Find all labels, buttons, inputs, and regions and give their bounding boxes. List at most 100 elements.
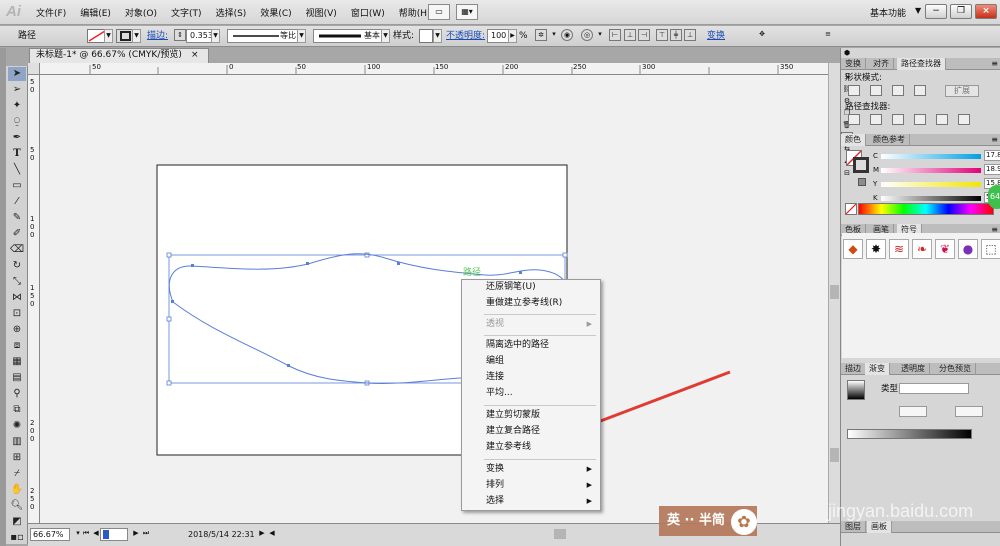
none-swatch[interactable] [845, 203, 857, 215]
eyedropper-tool-icon[interactable]: ⚲ [8, 387, 26, 401]
channel-value[interactable]: 17.88 [984, 150, 1000, 161]
symbol-ribbon[interactable]: ≋ [889, 239, 909, 259]
tab-close-icon[interactable]: × [191, 50, 199, 60]
minus-front-icon[interactable] [870, 85, 882, 96]
horizontal-ruler[interactable]: 50 0 50 100 150 200 250 300 350 [40, 63, 830, 75]
vertical-ruler[interactable]: 5 0 5 0 1 0 0 1 5 0 2 0 0 2 5 0 [28, 75, 40, 523]
merge-icon[interactable] [892, 114, 904, 125]
scale-tool-icon[interactable]: ⤡ [8, 275, 26, 289]
selection-tool-icon[interactable]: ➤ [8, 67, 26, 81]
symbol-fox[interactable]: ❦ [935, 239, 955, 259]
lasso-tool-icon[interactable]: ⍜ [8, 115, 26, 129]
artboard-number-field[interactable] [100, 528, 128, 541]
brush-definition[interactable]: 基本 [313, 29, 389, 43]
workspace-arrow-icon[interactable]: ▼ [915, 6, 921, 15]
symbol-sprayer-tool-icon[interactable]: ✺ [8, 419, 26, 433]
menu-item-make-guides[interactable]: 建立参考线 [462, 440, 600, 455]
align-right-icon[interactable]: ⊣ [638, 29, 650, 41]
menu-file[interactable]: 文件(F) [36, 6, 66, 19]
magic-wand-tool-icon[interactable]: ✦ [8, 99, 26, 113]
menu-item-isolate-path[interactable]: 隔离选中的路径 [462, 338, 600, 353]
intersect-icon[interactable] [892, 85, 904, 96]
menu-item-arrange[interactable]: 排列 ▶ [462, 478, 600, 493]
yellow-slider[interactable]: Y 15.88 % [867, 178, 1000, 189]
menu-type[interactable]: 文字(T) [171, 6, 202, 19]
tab-gradient[interactable]: 渐变 [865, 363, 890, 375]
tab-align[interactable]: 对齐 [869, 58, 894, 70]
channel-value[interactable]: 18.99 [984, 164, 1000, 175]
menu-view[interactable]: 视图(V) [306, 6, 337, 19]
menu-item-average[interactable]: 平均... [462, 386, 600, 401]
shape-builder-tool-icon[interactable]: ⊕ [8, 323, 26, 337]
perspective-grid-tool-icon[interactable]: ⧈ [8, 339, 26, 353]
global-edit-icon[interactable]: ◉ [561, 29, 573, 41]
blend-tool-icon[interactable]: ⧉ [8, 403, 26, 417]
stroke-width-dropdown[interactable]: ▼ [211, 29, 220, 43]
menu-item-group[interactable]: 编组 [462, 354, 600, 369]
panel-menu-icon[interactable]: ≡ [991, 134, 998, 146]
menu-item-clipping-mask[interactable]: 建立剪切蒙版 [462, 408, 600, 423]
zoom-tool-icon[interactable]: 🔍︎ [8, 499, 26, 513]
recolor-dropdown-icon[interactable]: ▾ [548, 29, 560, 41]
align-left-icon[interactable]: ⊢ [609, 29, 621, 41]
tab-artboards[interactable]: 画板 [867, 521, 892, 533]
slice-tool-icon[interactable]: ⌿ [8, 467, 26, 481]
gradient-preview[interactable] [847, 380, 865, 400]
arrange-documents-icon[interactable]: ▦▾ [456, 4, 478, 20]
type-tool-icon[interactable]: T [8, 147, 26, 161]
restore-button[interactable]: ❐ [950, 4, 972, 19]
vertical-scrollbar[interactable] [828, 63, 840, 523]
magenta-slider[interactable]: M 18.99 % [867, 164, 1000, 175]
menu-object[interactable]: 对象(O) [125, 6, 157, 19]
symbol-cube[interactable]: ◆ [843, 239, 863, 259]
gradient-type-select[interactable] [899, 383, 969, 394]
bridge-icon[interactable]: ▭ [428, 4, 450, 20]
isolate-icon[interactable]: ✥ [756, 29, 768, 41]
symbol-banner[interactable]: ❧ [912, 239, 932, 259]
panel-menu-icon[interactable]: ≡ [822, 29, 834, 41]
color-spectrum[interactable] [858, 203, 994, 215]
minimize-button[interactable]: − [925, 4, 947, 19]
column-graph-tool-icon[interactable]: ▥ [8, 435, 26, 449]
align-to-icon[interactable]: ◎ [581, 29, 593, 41]
exclude-icon[interactable] [914, 85, 926, 96]
angle-field[interactable] [899, 406, 927, 417]
zoom-field[interactable]: 66.67% [30, 528, 70, 541]
menu-select[interactable]: 选择(S) [216, 6, 247, 19]
direct-selection-tool-icon[interactable]: ➢ [8, 83, 26, 97]
panel-menu-icon[interactable]: ≡ [991, 58, 998, 70]
style-dropdown[interactable]: ▼ [433, 29, 442, 43]
vertical-scroll-thumb[interactable] [830, 285, 839, 299]
stroke-dropdown[interactable]: ▼ [132, 29, 141, 43]
close-button[interactable]: × [975, 4, 997, 19]
align-vcenter-icon[interactable]: ╪ [670, 29, 682, 41]
black-slider[interactable]: K 50 % [867, 192, 1000, 203]
symbol-sphere[interactable]: ● [958, 239, 978, 259]
horizontal-scroll-thumb[interactable] [554, 529, 566, 539]
paintbrush-tool-icon[interactable]: ⁄ [8, 195, 26, 209]
eraser-tool-icon[interactable]: ⌫ [8, 243, 26, 257]
last-color-swatch[interactable] [858, 178, 866, 186]
aspect-ratio-field[interactable] [955, 406, 983, 417]
profile-dropdown[interactable]: ▼ [297, 29, 306, 43]
menu-effect[interactable]: 效果(C) [260, 6, 291, 19]
variable-width-profile[interactable]: 等比 [227, 29, 305, 43]
gradient-slider[interactable] [847, 429, 972, 439]
rectangle-tool-icon[interactable]: ▭ [8, 179, 26, 193]
document-tab[interactable]: 未标题-1* @ 66.67% (CMYK/预览) [29, 48, 209, 63]
align-hcenter-icon[interactable]: ⊥ [624, 29, 636, 41]
tab-separations[interactable]: 分色预览 [935, 363, 976, 375]
line-tool-icon[interactable]: ╲ [8, 163, 26, 177]
menu-window[interactable]: 窗口(W) [351, 6, 385, 19]
outline-icon[interactable] [936, 114, 948, 125]
ruler-origin[interactable] [28, 63, 40, 75]
menu-item-transform[interactable]: 变换 ▶ [462, 462, 600, 477]
menu-edit[interactable]: 编辑(E) [80, 6, 111, 19]
trim-icon[interactable] [870, 114, 882, 125]
menu-item-join[interactable]: 连接 [462, 370, 600, 385]
pen-tool-icon[interactable]: ✒ [8, 131, 26, 145]
scroll-left-icon[interactable]: ◀ [266, 528, 278, 540]
crop-icon[interactable] [914, 114, 926, 125]
workspace-switcher[interactable]: 基本功能 [870, 6, 906, 19]
transform-link[interactable]: 变换 [707, 29, 725, 43]
